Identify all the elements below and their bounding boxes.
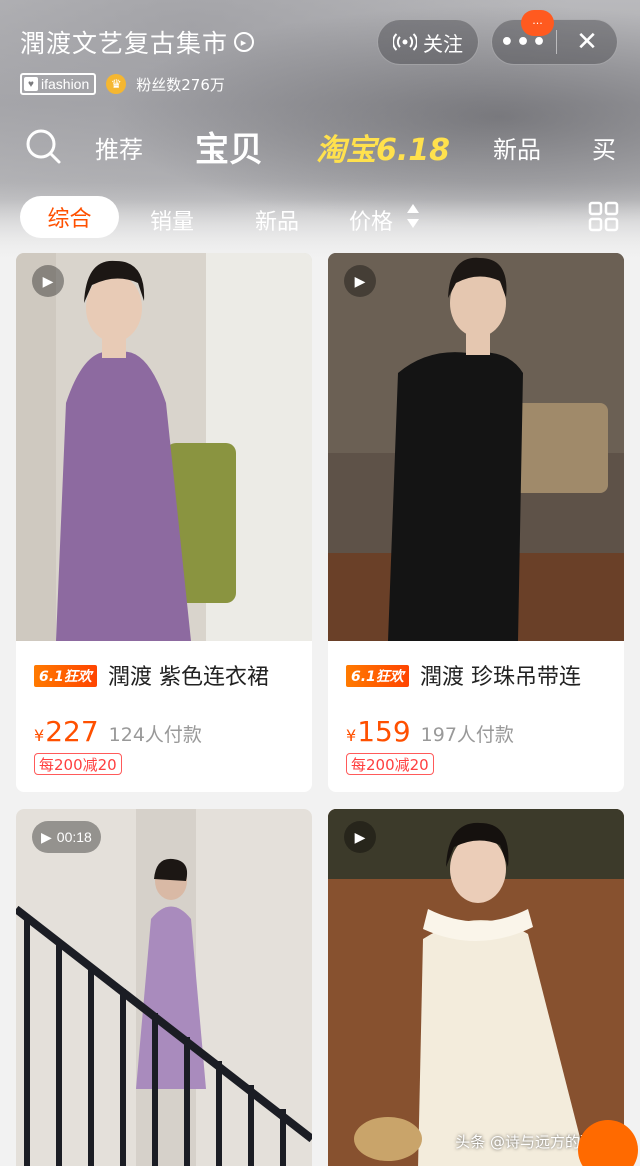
close-button[interactable]: ✕ xyxy=(557,27,617,57)
video-play-badge[interactable]: ▶ 00:18 xyxy=(32,821,101,853)
price-row: ¥ 159 197人付款 xyxy=(346,715,514,748)
sort-price[interactable]: 价格 xyxy=(349,204,393,236)
shop-meta: ♥ ifashion ♛ 粉丝数276万 xyxy=(20,73,225,95)
fans-count: 粉丝数276万 xyxy=(136,75,225,94)
tab-new[interactable]: 新品 xyxy=(493,130,541,165)
sold-count: 197人付款 xyxy=(420,724,514,746)
product-title: 潤渡 珍珠吊带连 xyxy=(420,665,581,690)
product-card[interactable]: ▶ 00:18 xyxy=(16,809,312,1166)
product-price: 227 xyxy=(45,715,99,748)
promo-tag: 6.1狂欢 xyxy=(34,665,97,687)
product-card[interactable]: ▶ 头条 @诗与远方的骗子 xyxy=(328,809,624,1166)
grid-view-icon[interactable] xyxy=(588,201,619,232)
coupon-badge: 每200减20 xyxy=(34,753,122,775)
video-play-badge[interactable]: ▶ xyxy=(32,265,64,297)
crown-icon: ♛ xyxy=(106,74,127,94)
main-tabs: 推荐 宝贝 淘宝6.18 新品 买 xyxy=(0,118,640,174)
video-play-badge[interactable]: ▶ xyxy=(344,821,376,853)
message-badge: ··· xyxy=(521,10,554,36)
ifashion-badge: ♥ ifashion xyxy=(20,73,97,95)
sort-new[interactable]: 新品 xyxy=(255,204,299,236)
product-image xyxy=(328,253,624,641)
play-icon: ▶ xyxy=(41,828,52,845)
promo-tag: 6.1狂欢 xyxy=(346,665,409,687)
price-row: ¥ 227 124人付款 xyxy=(34,715,202,748)
search-icon[interactable] xyxy=(24,127,62,165)
product-title: 潤渡 紫色连衣裙 xyxy=(108,665,269,690)
sort-bar: 综合 销量 新品 价格 xyxy=(0,195,640,241)
ifashion-badge-label: ifashion xyxy=(41,76,90,92)
heart-icon: ♥ xyxy=(24,77,38,91)
product-image xyxy=(16,809,312,1166)
product-card[interactable]: ▶ 6.1狂欢 潤渡 珍珠吊带连 ¥ 159 197人付款 每200减20 xyxy=(328,253,624,792)
sort-sales[interactable]: 销量 xyxy=(150,204,194,236)
tab-items[interactable]: 宝贝 xyxy=(195,122,263,171)
broadcast-icon xyxy=(393,33,417,51)
tab-taobao-618[interactable]: 淘宝6.18 xyxy=(316,125,450,169)
tab-recommend[interactable]: 推荐 xyxy=(95,130,143,165)
video-duration: 00:18 xyxy=(56,829,92,845)
follow-label: 关注 xyxy=(423,31,463,56)
sort-comprehensive[interactable]: 综合 xyxy=(20,196,119,238)
currency-symbol: ¥ xyxy=(346,726,357,745)
mini-program-capsule: ••• ✕ xyxy=(491,19,618,65)
tab-buy[interactable]: 买 xyxy=(592,130,616,165)
product-price: 159 xyxy=(357,715,411,748)
shop-name-text: 潤渡文艺复古集市 xyxy=(20,29,229,58)
floating-cart-button[interactable] xyxy=(578,1120,638,1166)
follow-button[interactable]: 关注 xyxy=(377,19,479,65)
sort-arrows-icon xyxy=(407,204,419,228)
play-icon: ▶ xyxy=(42,272,54,289)
chevron-right-icon: ▸ xyxy=(234,32,255,52)
product-image xyxy=(16,253,312,641)
shop-name[interactable]: 潤渡文艺复古集市 ▸ xyxy=(20,24,255,60)
sold-count: 124人付款 xyxy=(108,724,202,746)
currency-symbol: ¥ xyxy=(34,726,45,745)
video-play-badge[interactable]: ▶ xyxy=(344,265,376,297)
coupon-badge: 每200减20 xyxy=(346,753,434,775)
play-icon: ▶ xyxy=(354,828,366,845)
product-image xyxy=(328,809,624,1166)
play-icon: ▶ xyxy=(354,272,366,289)
product-card[interactable]: ▶ 6.1狂欢 潤渡 紫色连衣裙 ¥ 227 124人付款 每200减20 xyxy=(16,253,312,792)
